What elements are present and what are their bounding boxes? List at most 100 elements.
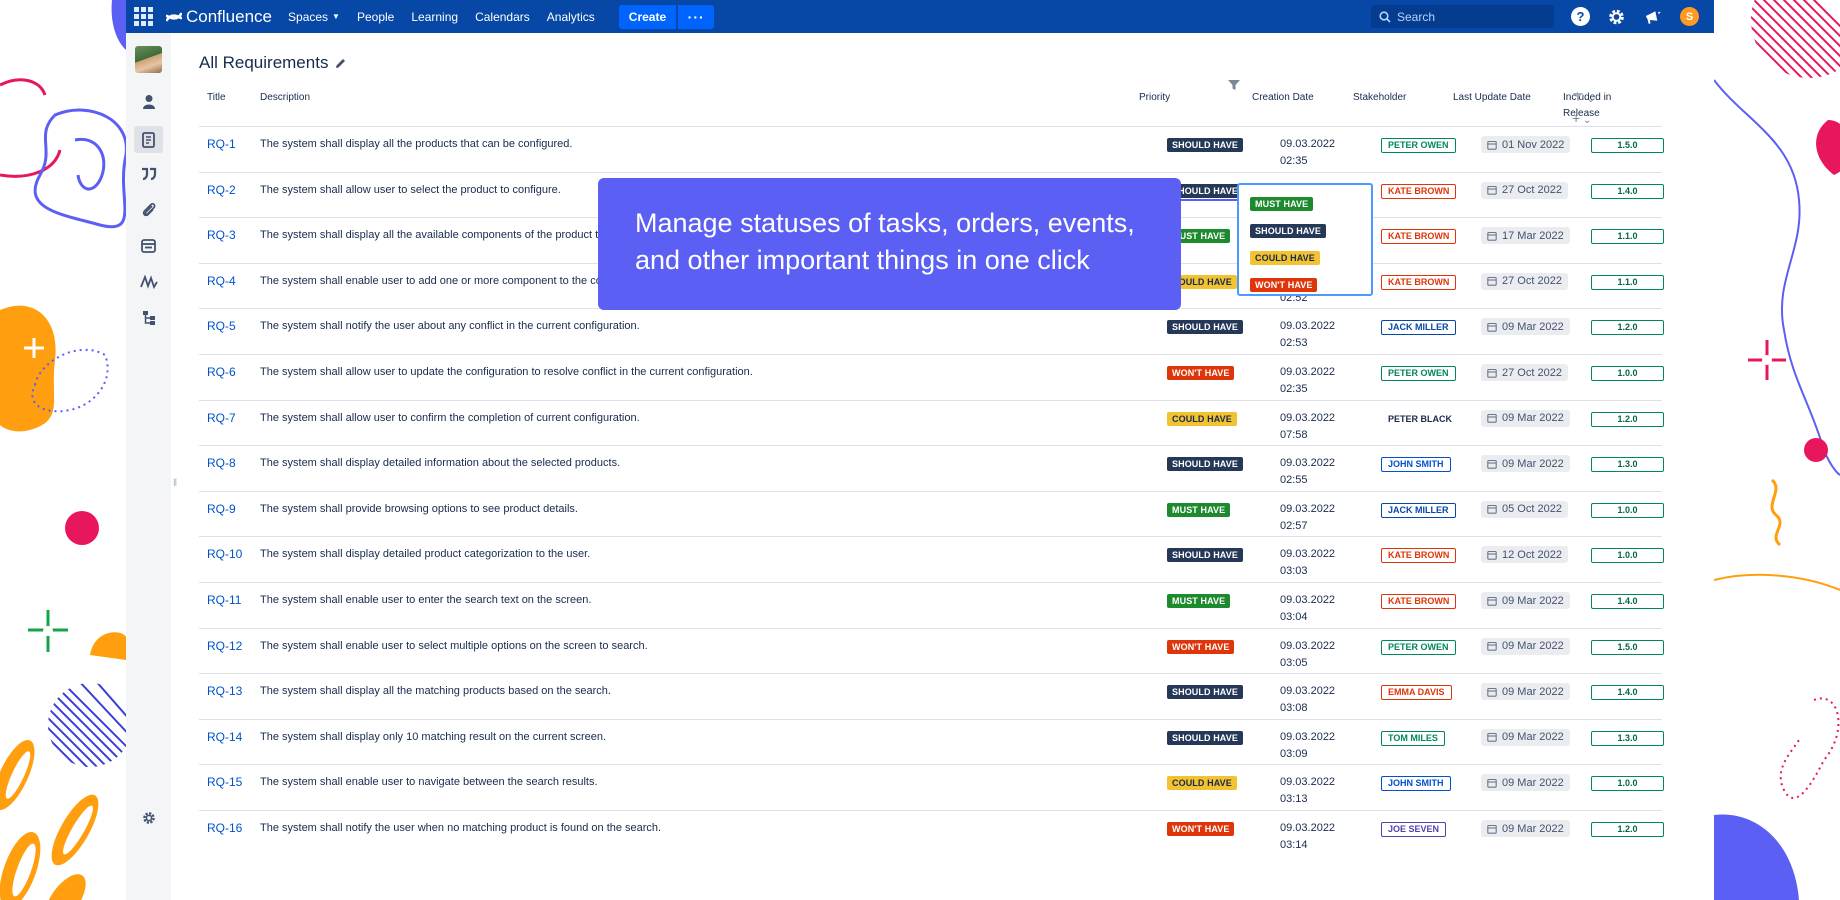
priority-cell[interactable]: SHOULD HAVE (1167, 319, 1243, 335)
stakeholder-cell[interactable]: KATE BROWN (1381, 593, 1457, 609)
priority-option-could-have[interactable]: COULD HAVE (1250, 248, 1320, 266)
last-update-cell[interactable]: 12 Oct 2022 (1481, 546, 1568, 565)
release-cell[interactable]: 1.0.0 (1591, 365, 1664, 381)
release-cell[interactable]: 1.0.0 (1591, 502, 1664, 518)
priority-option-wont-have[interactable]: WON'T HAVE (1250, 275, 1318, 293)
priority-cell[interactable]: SHOULD HAVE (1167, 456, 1243, 472)
filter-icon[interactable] (1227, 78, 1241, 96)
stakeholder-cell[interactable]: JOHN SMITH (1381, 775, 1451, 792)
last-update-cell[interactable]: 09 Mar 2022 (1481, 318, 1570, 337)
pages-icon[interactable] (134, 126, 163, 153)
release-cell[interactable]: 1.2.0 (1591, 411, 1664, 427)
stakeholder-cell[interactable]: KATE BROWN (1381, 274, 1457, 290)
release-cell[interactable]: 1.2.0 (1591, 821, 1664, 837)
quote-icon[interactable] (138, 163, 159, 184)
priority-cell[interactable]: MUST HAVE (1167, 593, 1231, 609)
nav-people[interactable]: People (357, 10, 394, 24)
last-update-cell[interactable]: 27 Oct 2022 (1481, 364, 1568, 383)
requirement-id-link[interactable]: RQ-16 (207, 820, 242, 836)
table-row[interactable]: RQ-16 The system shall notify the user wh… (199, 810, 1664, 856)
space-avatar[interactable] (135, 46, 162, 73)
priority-cell[interactable]: WON'T HAVE (1167, 821, 1235, 837)
create-more-button[interactable]: ··· (678, 4, 715, 29)
requirement-id-link[interactable]: RQ-1 (207, 136, 236, 152)
priority-cell[interactable]: COULD HAVE (1167, 775, 1237, 791)
release-cell[interactable]: 1.4.0 (1591, 684, 1664, 701)
stakeholder-cell[interactable]: JACK MILLER (1381, 319, 1456, 336)
table-row[interactable]: RQ-10 The system shall display detailed p… (199, 536, 1664, 582)
stakeholder-cell[interactable]: TOM MILES (1381, 730, 1445, 746)
table-row[interactable]: RQ-7 The system shall allow user to confi… (199, 399, 1664, 446)
priority-cell[interactable]: SHOULD HAVE (1167, 684, 1243, 700)
table-row[interactable]: RQ-9 The system shall provide browsing op… (199, 490, 1664, 537)
stakeholder-cell[interactable]: PETER OWEN (1381, 639, 1456, 655)
header-last-update[interactable]: Last Update Date (1453, 90, 1531, 106)
megaphone-icon[interactable] (1643, 7, 1662, 26)
table-row[interactable]: RQ-5 The system shall notify the user abo… (199, 308, 1664, 354)
priority-cell[interactable]: MUST HAVE (1167, 502, 1231, 518)
nav-spaces[interactable]: Spaces ▼ (288, 10, 340, 24)
stakeholder-cell[interactable]: PETER OWEN (1381, 365, 1456, 381)
last-update-cell[interactable]: 09 Mar 2022 (1481, 728, 1570, 748)
pencil-icon[interactable] (334, 57, 347, 70)
search-input[interactable]: Search (1371, 5, 1554, 28)
header-title[interactable]: Title (207, 90, 226, 106)
header-description[interactable]: Description (260, 90, 310, 106)
release-cell[interactable]: 1.3.0 (1591, 730, 1664, 746)
hierarchy-icon[interactable] (138, 307, 159, 328)
last-update-cell[interactable]: 09 Mar 2022 (1481, 637, 1570, 657)
column-filter-button[interactable]: ⌄ (1572, 90, 1595, 109)
nav-calendars[interactable]: Calendars (475, 10, 530, 24)
requirement-id-link[interactable]: RQ-5 (207, 318, 236, 334)
requirement-id-link[interactable]: RQ-11 (207, 592, 241, 608)
release-cell[interactable]: 1.5.0 (1591, 137, 1664, 153)
last-update-cell[interactable]: 09 Mar 2022 (1481, 592, 1570, 611)
priority-option-should-have[interactable]: SHOULD HAVE (1250, 221, 1326, 239)
space-settings-icon[interactable] (138, 807, 159, 828)
gear-icon[interactable] (1607, 7, 1626, 26)
priority-cell[interactable]: SHOULD HAVE (1167, 137, 1243, 153)
priority-cell[interactable]: WON'T HAVE (1167, 365, 1235, 381)
last-update-cell[interactable]: 05 Oct 2022 (1481, 500, 1568, 520)
last-update-cell[interactable]: 01 Nov 2022 (1481, 136, 1571, 155)
requirement-id-link[interactable]: RQ-12 (207, 638, 242, 654)
table-row[interactable]: RQ-6 The system shall allow user to updat… (199, 354, 1664, 400)
last-update-cell[interactable]: 09 Mar 2022 (1481, 774, 1570, 793)
requirement-id-link[interactable]: RQ-14 (207, 729, 242, 745)
priority-cell[interactable]: COULD HAVE (1167, 411, 1237, 427)
priority-option-must-have[interactable]: MUST HAVE (1250, 194, 1314, 212)
confluence-logo[interactable]: Confluence (166, 7, 272, 27)
table-row[interactable]: RQ-8 The system shall display detailed in… (199, 445, 1664, 491)
requirement-id-link[interactable]: RQ-13 (207, 683, 242, 699)
last-update-cell[interactable]: 27 Oct 2022 (1481, 272, 1568, 292)
stakeholder-cell[interactable]: KATE BROWN (1381, 228, 1457, 245)
table-row[interactable]: RQ-13 The system shall display all the ma… (199, 673, 1664, 719)
requirement-id-link[interactable]: RQ-2 (207, 182, 236, 198)
release-cell[interactable]: 1.0.0 (1591, 547, 1664, 564)
release-cell[interactable]: 1.1.0 (1591, 228, 1664, 245)
table-row[interactable]: RQ-15 The system shall enable user to nav… (199, 764, 1664, 810)
requirement-id-link[interactable]: RQ-3 (207, 227, 236, 243)
priority-cell[interactable]: WON'T HAVE (1167, 639, 1235, 655)
last-update-cell[interactable]: 09 Mar 2022 (1481, 409, 1570, 429)
release-cell[interactable]: 1.4.0 (1591, 183, 1664, 199)
last-update-cell[interactable]: 09 Mar 2022 (1481, 683, 1570, 702)
stakeholder-cell[interactable]: KATE BROWN (1381, 547, 1457, 564)
last-update-cell[interactable]: 09 Mar 2022 (1481, 820, 1570, 839)
requirement-id-link[interactable]: RQ-8 (207, 455, 236, 471)
release-cell[interactable]: 1.4.0 (1591, 593, 1664, 609)
requirement-id-link[interactable]: RQ-6 (207, 364, 236, 380)
attachment-icon[interactable] (138, 199, 159, 220)
stakeholder-cell[interactable]: JACK MILLER (1381, 502, 1456, 518)
stakeholder-cell[interactable]: JOHN SMITH (1381, 456, 1451, 473)
stakeholder-cell[interactable]: JOE SEVEN (1381, 821, 1447, 837)
table-row[interactable]: RQ-11 The system shall enable user to ent… (199, 582, 1664, 628)
release-cell[interactable]: 1.3.0 (1591, 456, 1664, 473)
last-update-cell[interactable]: 09 Mar 2022 (1481, 455, 1570, 474)
header-priority[interactable]: Priority (1139, 90, 1170, 106)
stakeholder-cell[interactable]: EMMA DAVIS (1381, 684, 1452, 701)
header-creation-date[interactable]: Creation Date (1252, 90, 1314, 106)
nav-analytics[interactable]: Analytics (547, 10, 595, 24)
help-icon[interactable]: ? (1571, 7, 1590, 26)
requirement-id-link[interactable]: RQ-15 (207, 774, 242, 790)
